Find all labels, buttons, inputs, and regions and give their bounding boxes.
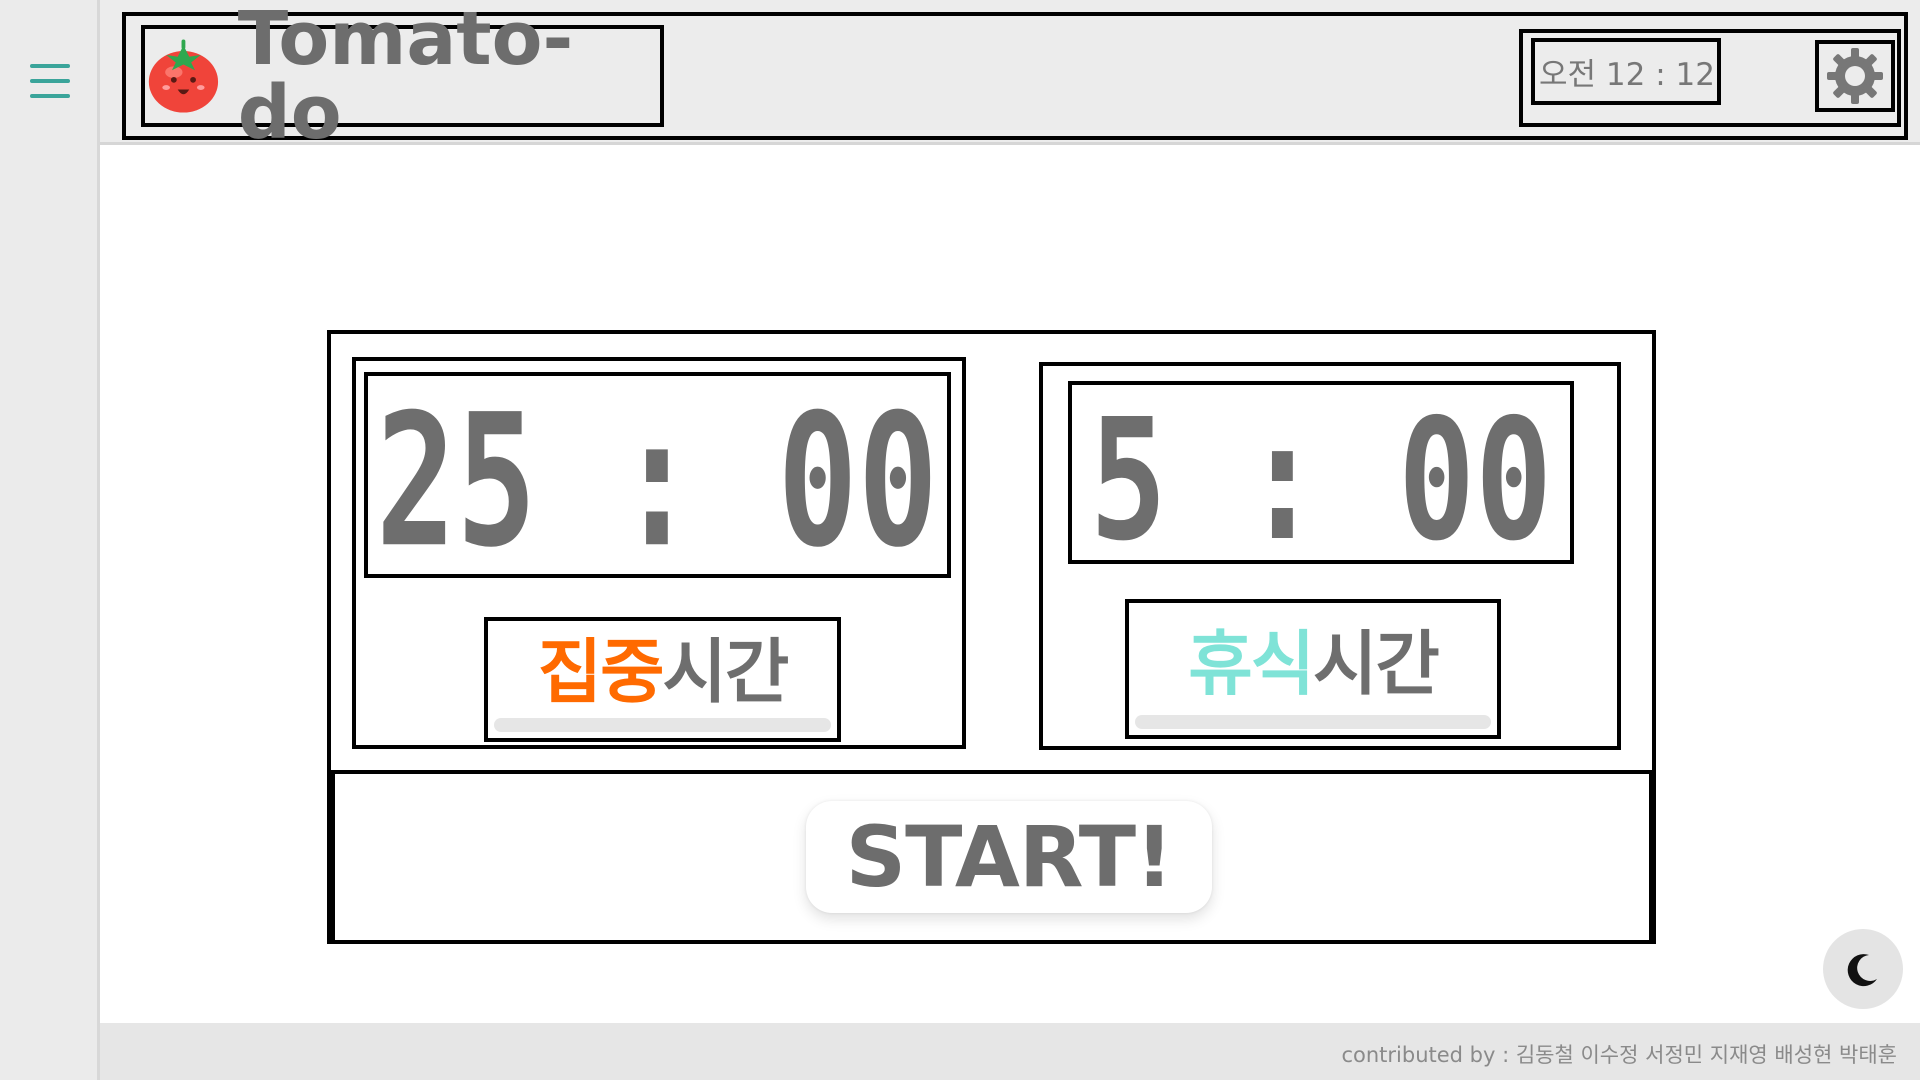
break-timer-display: 5 : 00: [1068, 381, 1574, 564]
focus-label-rest: 시간: [662, 631, 790, 713]
focus-label-underline: [494, 718, 831, 732]
clock-display: 오전 12 : 12: [1531, 38, 1721, 105]
focus-time-button[interactable]: 집중시간: [484, 617, 841, 742]
hamburger-menu-icon[interactable]: [30, 64, 70, 100]
focus-timer-display: 25 : 00: [364, 372, 951, 578]
tomato-icon: [148, 39, 219, 113]
break-time-text: 5 : 00: [1090, 385, 1553, 560]
settings-button[interactable]: [1815, 40, 1895, 112]
gear-icon: [1827, 48, 1883, 104]
break-label-rest: 시간: [1313, 623, 1440, 705]
footer: contributed by : 김동철 이수정 서정민 지재영 배성현 박태훈: [100, 1023, 1920, 1080]
break-label-accent: 휴식: [1188, 623, 1315, 705]
start-button[interactable]: START!: [806, 801, 1212, 913]
dark-mode-toggle[interactable]: [1823, 929, 1903, 1009]
break-time-button[interactable]: 휴식시간: [1125, 599, 1501, 739]
brand-logo-link[interactable]: Tomato-do: [141, 2, 664, 150]
focus-time-text: 25 : 00: [376, 376, 938, 574]
footer-credits: contributed by : 김동철 이수정 서정민 지재영 배성현 박태훈: [1341, 1043, 1897, 1067]
sidebar: [0, 0, 100, 1080]
break-label-underline: [1135, 715, 1491, 729]
app-title: Tomato-do: [237, 0, 574, 156]
moon-icon: [1847, 954, 1877, 987]
focus-label-accent: 집중: [537, 631, 665, 713]
